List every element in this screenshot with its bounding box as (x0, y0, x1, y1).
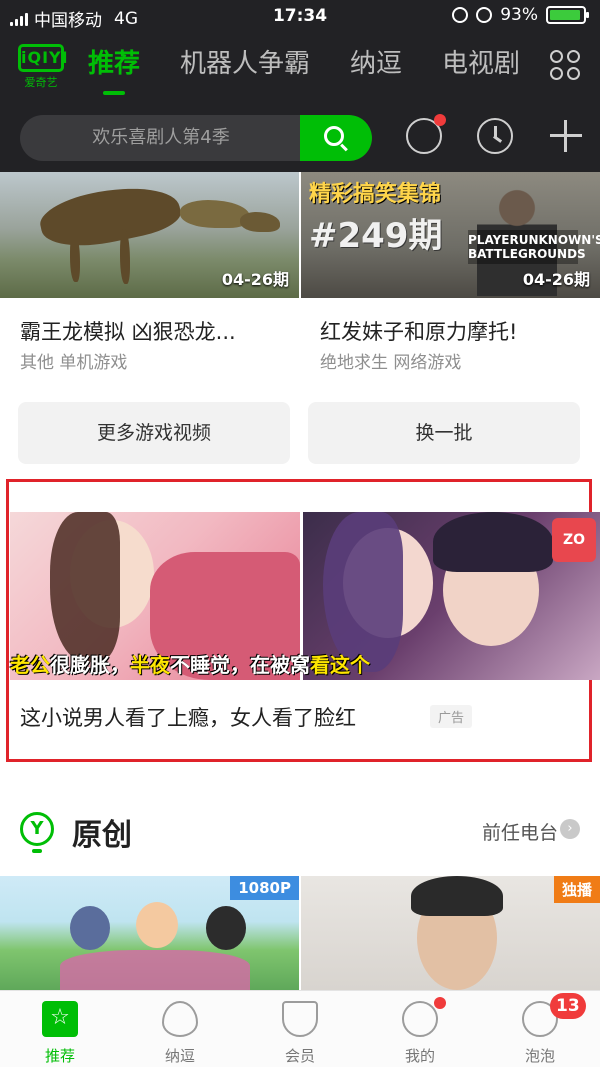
iqiyi-logo[interactable]: iQIYI 爱奇艺 (18, 44, 68, 90)
more-game-videos-button[interactable]: 更多游戏视频 (18, 402, 290, 464)
battery-level (550, 10, 580, 20)
novel-app-icon: ZO (552, 518, 596, 562)
message-icon[interactable] (406, 114, 446, 154)
section-more-link[interactable]: 前任电台 (482, 818, 558, 845)
tab-bar-vip[interactable]: 会员 (240, 991, 360, 1067)
logo-subtitle: 爱奇艺 (24, 76, 58, 89)
grid-icon[interactable] (550, 50, 580, 80)
exclusive-badge: 独播 (553, 876, 600, 903)
star-icon (42, 1001, 78, 1037)
ad-caption: 老公很膨胀，半夜不睡觉，在被窝看这个 (10, 650, 370, 680)
history-icon[interactable] (477, 118, 513, 154)
logo-mark: iQIYI (18, 44, 68, 72)
chevron-right-icon[interactable]: › (560, 819, 580, 839)
plus-icon[interactable] (548, 118, 584, 154)
section-header-original: Y 原创 前任电台 › (20, 808, 580, 854)
ad-caption-part: 不睡觉， (170, 653, 250, 677)
search-input[interactable]: 欢乐喜剧人第4季 (20, 115, 302, 161)
tab-tv-series[interactable]: 电视剧 (442, 46, 520, 86)
video-tags: 其他 单机游戏 (20, 353, 128, 373)
search-button[interactable] (300, 115, 372, 161)
quality-badge: 1080P (230, 876, 299, 900)
status-bar: 中国移动 4G 17:34 93% (0, 0, 600, 34)
top-nav: iQIYI 爱奇艺 推荐 机器人争霸 纳逗 电视剧 (0, 34, 600, 102)
tab-bar-label: 纳逗 (164, 1047, 195, 1065)
ad-caption-part: 在 (250, 653, 270, 677)
notification-dot (434, 114, 446, 126)
crown-icon (282, 1001, 318, 1037)
tab-bar-label: 会员 (284, 1047, 315, 1065)
ad-caption-part: 老公 (10, 653, 50, 677)
thumbnail-episode: #249期 (309, 216, 443, 256)
original-video-cartoon[interactable]: 1080P (0, 876, 299, 990)
tab-bar-nadou[interactable]: 纳逗 (120, 991, 240, 1067)
refresh-batch-button[interactable]: 换一批 (308, 402, 580, 464)
episode-badge: 04-26期 (522, 270, 590, 289)
tab-nadou[interactable]: 纳逗 (350, 46, 402, 86)
tab-bar-label: 推荐 (44, 1047, 75, 1065)
ad-caption-part: 被窝 (270, 653, 310, 677)
tab-bar-mine[interactable]: 我的 (360, 991, 480, 1067)
flame-icon (162, 1001, 198, 1037)
video-title[interactable]: 霸王龙模拟 凶狠恐龙... (20, 316, 236, 346)
notification-dot (434, 997, 446, 1009)
battery-percent: 93% (500, 5, 538, 25)
tab-robot-wars[interactable]: 机器人争霸 (180, 46, 310, 86)
section-title: 原创 (72, 818, 132, 853)
ad-caption-part: 看这个 (310, 653, 370, 677)
video-thumbnail-pubg[interactable]: 精彩搞笑集锦 #249期 PLAYERUNKNOWN'S BATTLEGROUN… (301, 172, 600, 298)
ad-title[interactable]: 这小说男人看了上瘾，女人看了脸红 (20, 702, 356, 732)
rotation-lock-icon (452, 7, 469, 23)
ad-label: 广告 (430, 705, 473, 728)
alarm-icon (476, 7, 493, 23)
search-bar: 欢乐喜剧人第4季 (20, 115, 372, 161)
unread-count-badge: 13 (550, 993, 586, 1019)
tab-recommend[interactable]: 推荐 (88, 46, 140, 95)
tab-bar-recommend[interactable]: 推荐 (0, 991, 120, 1067)
tab-bar-label: 我的 (404, 1047, 435, 1065)
thumbnail-title: 精彩搞笑集锦 (309, 182, 442, 207)
user-icon (402, 1001, 438, 1037)
bottom-tab-bar: 推荐 纳逗 会员 我的 13 泡泡 (0, 990, 600, 1067)
feed: 04-26期 霸王龙模拟 凶狠恐龙... 其他 单机游戏 精彩搞笑集锦 #249… (0, 172, 600, 990)
episode-badge: 04-26期 (221, 270, 289, 289)
tab-bar-bubbles[interactable]: 13 泡泡 (480, 991, 600, 1067)
video-thumbnail-dinosaur[interactable]: 04-26期 (0, 172, 299, 298)
game-logo: PLAYERUNKNOWN'S BATTLEGROUNDS (468, 230, 600, 264)
ad-caption-part: 半夜 (130, 653, 170, 677)
ad-caption-part: 很膨胀， (50, 653, 130, 677)
channel-tabs: 推荐 机器人争霸 纳逗 电视剧 (88, 46, 520, 95)
search-icon (324, 126, 344, 146)
video-tags: 绝地求生 网络游戏 (320, 353, 462, 373)
status-right: 93% (452, 5, 589, 25)
battery-icon (546, 6, 589, 24)
original-video-person[interactable]: 独播 (301, 876, 600, 990)
lightbulb-icon: Y (20, 812, 54, 853)
video-title[interactable]: 红发妹子和原力摩托! (320, 316, 517, 346)
tab-bar-label: 泡泡 (524, 1047, 555, 1065)
